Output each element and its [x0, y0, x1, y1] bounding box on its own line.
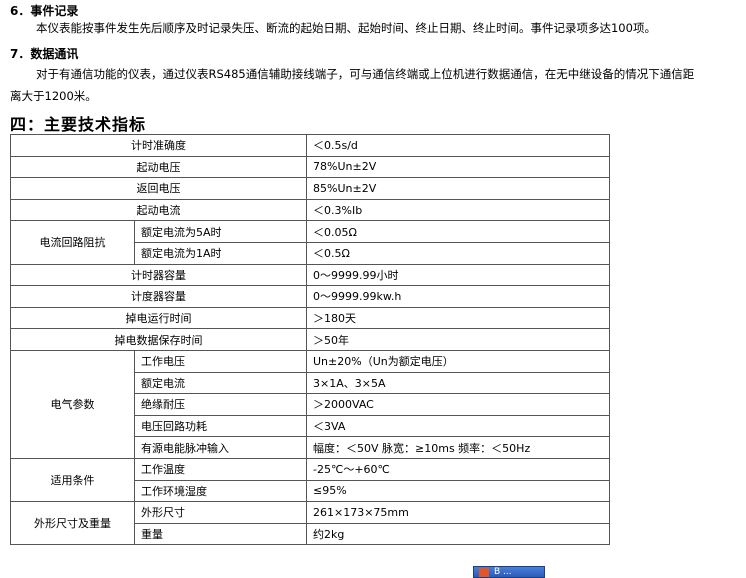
spec-value: 3×1A、3×5A: [306, 371, 610, 395]
spec-value: 261×173×75mm: [306, 501, 610, 524]
spec-group-label: 适用条件: [10, 457, 135, 503]
spec-value: ＞50年: [306, 328, 610, 351]
specs-table: 计时准确度 ＜0.5s/d 起动电压 78%Un±2V 返回电压 85%Un±2…: [10, 134, 610, 546]
spec-sub-label: 外形尺寸: [134, 501, 307, 524]
section-7-text-line1: 对于有通信功能的仪表，通过仪表RS485通信辅助接线端子，可与通信终端或上位机进…: [36, 67, 695, 81]
table-row: 掉电运行时间 ＞180天: [10, 306, 610, 330]
spec-label: 返回电压: [10, 177, 307, 200]
spec-sub-label: 电压回路功耗: [134, 414, 307, 438]
table-row: 起动电流 ＜0.3%Ib: [10, 198, 610, 222]
table-row: 起动电压 78%Un±2V: [10, 155, 610, 179]
spec-value: ＞180天: [306, 306, 610, 330]
spec-sub-label: 工作电压: [134, 349, 307, 373]
taskbar-button[interactable]: B ...: [473, 566, 545, 578]
spec-group-label: 电流回路阻抗: [10, 220, 135, 265]
spec-value: 0～9999.99kw.h: [306, 285, 610, 308]
spec-label: 掉电运行时间: [10, 306, 307, 330]
spec-label: 计度器容量: [10, 285, 307, 308]
spec-group-label: 外形尺寸及重量: [10, 501, 135, 546]
spec-value: 约2kg: [306, 522, 610, 546]
spec-value: ＜0.05Ω: [306, 220, 610, 243]
spec-value: ＜0.5Ω: [306, 241, 610, 265]
spec-sub-label: 工作环境湿度: [134, 479, 307, 503]
spec-value: ＞2000VAC: [306, 393, 610, 416]
table-row: 适用条件 工作温度 -25℃～+60℃: [10, 457, 610, 503]
spec-sub-label: 有源电能脉冲输入: [134, 436, 307, 459]
spec-value: 78%Un±2V: [306, 155, 610, 179]
spec-value: ≤95%: [306, 479, 610, 503]
table-row: 计度器容量 0～9999.99kw.h: [10, 285, 610, 308]
section-6-title: 6．事件记录: [10, 4, 79, 18]
table-row: 计时准确度 ＜0.5s/d: [10, 134, 610, 157]
spec-group-label: 电气参数: [10, 349, 135, 459]
spec-sub-label: 工作温度: [134, 457, 307, 481]
section-7-text-line2: 离大于1200米。: [10, 89, 97, 103]
spec-label: 起动电流: [10, 198, 307, 222]
table-row: 掉电数据保存时间 ＞50年: [10, 328, 610, 351]
spec-label: 起动电压: [10, 155, 307, 179]
taskbar-button-label: B ...: [494, 567, 512, 577]
spec-sub-label: 绝缘耐压: [134, 393, 307, 416]
table-row: 电流回路阻抗 额定电流为5A时 ＜0.05Ω: [10, 220, 610, 265]
table-row: 返回电压 85%Un±2V: [10, 177, 610, 200]
spec-value: -25℃～+60℃: [306, 457, 610, 481]
table-row: 计时器容量 0～9999.99小时: [10, 263, 610, 287]
spec-sub-label: 额定电流为1A时: [134, 241, 307, 265]
app-logo-icon: [479, 568, 489, 577]
spec-sub-label: 重量: [134, 522, 307, 546]
table-row: 外形尺寸及重量 外形尺寸 261×173×75mm: [10, 501, 610, 546]
spec-sub-label: 额定电流: [134, 371, 307, 395]
spec-label: 计时准确度: [10, 134, 307, 157]
spec-value: 85%Un±2V: [306, 177, 610, 200]
spec-value: Un±20%（Un为额定电压）: [306, 349, 610, 373]
section-6-text: 本仪表能按事件发生先后顺序及时记录失压、断流的起始日期、起始时间、终止日期、终止…: [36, 21, 656, 35]
spec-value: 0～9999.99小时: [306, 263, 610, 287]
spec-label: 计时器容量: [10, 263, 307, 287]
spec-sub-label: 额定电流为5A时: [134, 220, 307, 243]
spec-value: ＜0.5s/d: [306, 134, 610, 157]
section-7-title: 7．数据通讯: [10, 47, 79, 61]
spec-label: 掉电数据保存时间: [10, 328, 307, 351]
spec-value: 幅度：＜50V 脉宽：≥10ms 频率：＜50Hz: [306, 436, 610, 459]
spec-value: ＜3VA: [306, 414, 610, 438]
spec-value: ＜0.3%Ib: [306, 198, 610, 222]
specs-heading: 四：主要技术指标: [10, 115, 147, 134]
table-row: 电气参数 工作电压 Un±20%（Un为额定电压）: [10, 349, 610, 459]
